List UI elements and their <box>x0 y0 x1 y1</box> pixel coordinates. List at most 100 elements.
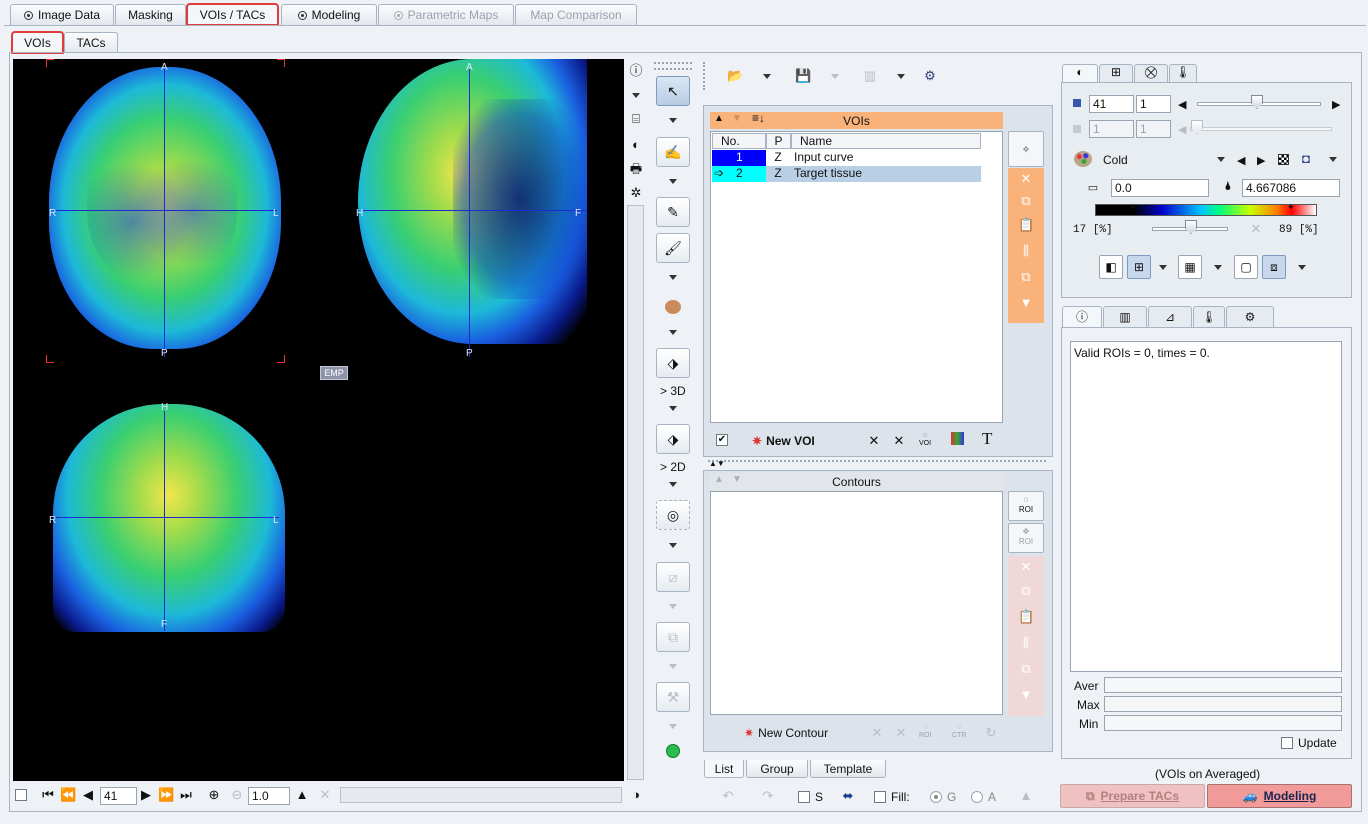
subtab-vois[interactable]: VOIs <box>11 31 64 54</box>
ctr-button[interactable]: ◌ CTR <box>952 724 966 740</box>
tab-modeling[interactable]: Modeling <box>281 4 377 25</box>
3d-dropdown-icon[interactable] <box>669 406 677 411</box>
axial-view[interactable] <box>47 59 285 359</box>
copy-contour-icon[interactable]: ⧉ <box>1018 584 1034 598</box>
tree-icon[interactable]: ⌸ <box>628 112 644 126</box>
open-folder-icon[interactable]: 📂 <box>727 69 743 83</box>
remove-all-contours-icon[interactable]: ✕ <box>893 726 909 740</box>
tab-parametric-maps[interactable]: Parametric Maps <box>378 4 514 25</box>
stats-text-area[interactable]: Valid ROIs = 0, times = 0. <box>1070 341 1342 672</box>
split-up-icon[interactable]: ▲▼ <box>709 459 725 468</box>
check-all-checkbox[interactable]: ✔ <box>716 434 728 446</box>
last-icon[interactable]: ⏭ <box>178 788 194 802</box>
frame-prev-icon[interactable]: ◀ <box>1178 98 1186 111</box>
cycle-icon[interactable]: ◑ <box>628 788 644 802</box>
go-down-icon[interactable] <box>666 744 680 758</box>
tab-group[interactable]: Group <box>746 760 808 778</box>
new-contour-button[interactable]: ✷ New Contour <box>744 726 828 740</box>
horizontal-scrollbar[interactable] <box>340 787 622 803</box>
tab-list[interactable]: List <box>704 760 744 778</box>
text-button[interactable]: T <box>982 429 992 449</box>
color-icon[interactable] <box>951 432 964 445</box>
tab-map-comparison[interactable]: Map Comparison <box>515 4 637 25</box>
frame2-prev-icon[interactable]: ◀ <box>1178 123 1186 136</box>
gamma-slider-thumb[interactable] <box>1185 220 1197 234</box>
box-tool-button[interactable]: ⧉ <box>656 622 690 652</box>
fast-back-icon[interactable]: ⏪ <box>60 788 76 802</box>
mirror-icon[interactable]: ⫼ <box>1018 244 1034 258</box>
contour-down-arrow-icon[interactable]: ▼ <box>1018 688 1034 702</box>
first-icon[interactable]: ⏮ <box>40 788 56 802</box>
back-icon[interactable]: ◀ <box>80 788 96 802</box>
move-voi-button[interactable]: ✥ <box>1008 131 1044 167</box>
invert-button[interactable]: ◧ <box>1099 255 1123 279</box>
colormap-mode-icon[interactable]: ◘ <box>1298 152 1314 166</box>
viewer-checkbox[interactable] <box>15 789 27 801</box>
table-row[interactable]: 1 Z Input curve <box>712 150 981 166</box>
up-icon[interactable]: ▲ <box>1018 789 1034 803</box>
min-value-field[interactable]: 0.0 <box>1111 179 1209 197</box>
prepare-tacs-button[interactable]: ⧉ Prepare TACs <box>1060 784 1205 808</box>
open-dropdown-icon[interactable] <box>763 74 771 79</box>
colormap-next-icon[interactable]: ▶ <box>1257 154 1265 167</box>
delete-contour-icon[interactable]: ✕ <box>1018 560 1034 574</box>
outline-button[interactable]: ▢ <box>1234 255 1258 279</box>
display-mode-dropdown-icon[interactable] <box>1298 265 1306 270</box>
brush-tool-button[interactable]: ✎ <box>656 197 690 227</box>
frame2-slider[interactable] <box>1190 127 1332 131</box>
tab-info[interactable]: ⓘ <box>1062 306 1102 327</box>
frame2-slider-thumb[interactable] <box>1191 120 1203 134</box>
remove-icon[interactable]: ✕ <box>866 434 882 448</box>
col-no[interactable]: No. <box>712 133 766 149</box>
contour-dropdown-icon[interactable] <box>669 543 677 548</box>
frame-field[interactable]: 41 <box>1089 95 1134 113</box>
eraser-tool-button[interactable]: ⧄ <box>656 562 690 592</box>
colormap-mode-dropdown-icon[interactable] <box>1329 157 1337 162</box>
colorbar-max-marker[interactable]: ✦ <box>1287 202 1295 213</box>
down-icon[interactable]: ▼ <box>1018 296 1034 310</box>
g-radio[interactable] <box>930 791 942 803</box>
2d-tool-button[interactable]: ⬗ <box>656 424 690 454</box>
info-icon[interactable]: ⓘ <box>628 64 644 78</box>
overlay-button[interactable]: ▦ <box>1178 255 1202 279</box>
fast-forward-icon[interactable]: ⏩ <box>158 788 174 802</box>
tab-masking[interactable]: Masking <box>115 4 186 25</box>
blend-dropdown-icon[interactable] <box>1159 265 1167 270</box>
overlay-dropdown-icon[interactable] <box>1214 265 1222 270</box>
colormap-dropdown-icon[interactable] <box>1217 157 1225 162</box>
3d-tool-button[interactable]: ⬗ <box>656 348 690 378</box>
tab-histogram[interactable]: ▥ <box>1103 306 1147 327</box>
tab-image-data[interactable]: Image Data <box>10 4 114 25</box>
link-icon[interactable]: ⬌ <box>840 789 856 803</box>
frame2-field[interactable]: 1 <box>1089 120 1134 138</box>
tab-template[interactable]: Template <box>810 760 886 778</box>
pointer-tool-button[interactable]: ↖ <box>656 76 690 106</box>
clear-zoom-icon[interactable]: ✕ <box>317 788 333 802</box>
max-value-field[interactable]: 4.667086 <box>1242 179 1340 197</box>
display-mode-button[interactable]: ⧈ <box>1262 255 1286 279</box>
slice-field[interactable]: 41 <box>100 787 137 805</box>
tab-profile[interactable]: ⊿ <box>1148 306 1192 327</box>
add-contour-copy-icon[interactable]: ⧉ <box>1018 662 1034 676</box>
paste-icon[interactable]: 📋 <box>1018 218 1034 232</box>
image-viewer[interactable]: A P R L A P H F EMP H F R L <box>13 59 624 781</box>
morph-tool-button[interactable]: ⚒ <box>656 682 690 712</box>
draw-tool-button[interactable]: ✍ <box>656 137 690 167</box>
colormap-select[interactable]: Cold <box>1103 153 1128 167</box>
colormap-prev-icon[interactable]: ◀ <box>1237 154 1245 167</box>
copy-icon[interactable]: ⧉ <box>1018 194 1034 208</box>
tab-fusion[interactable]: ⛒ <box>1134 64 1168 83</box>
zoom-field[interactable]: 1.0 <box>248 787 290 805</box>
contour-tool-button[interactable]: ◎ <box>656 500 690 530</box>
frame2-step-field[interactable]: 1 <box>1136 120 1171 138</box>
add-copy-icon[interactable]: ⧉ <box>1018 270 1034 284</box>
remove-contour-icon[interactable]: ✕ <box>869 726 885 740</box>
tab-stats-plugin[interactable]: ⚙ <box>1226 306 1274 327</box>
redo-icon[interactable]: ↷ <box>760 789 776 803</box>
contrast-icon[interactable]: ◐ <box>628 138 644 152</box>
save-icon[interactable]: 💾 <box>795 69 811 83</box>
draw-dropdown-icon[interactable] <box>669 179 677 184</box>
coronal-view[interactable] <box>53 404 285 632</box>
colorbar-min-marker[interactable]: ✦ <box>1129 202 1137 213</box>
mirror-contour-icon[interactable]: ⫼ <box>1018 636 1034 650</box>
